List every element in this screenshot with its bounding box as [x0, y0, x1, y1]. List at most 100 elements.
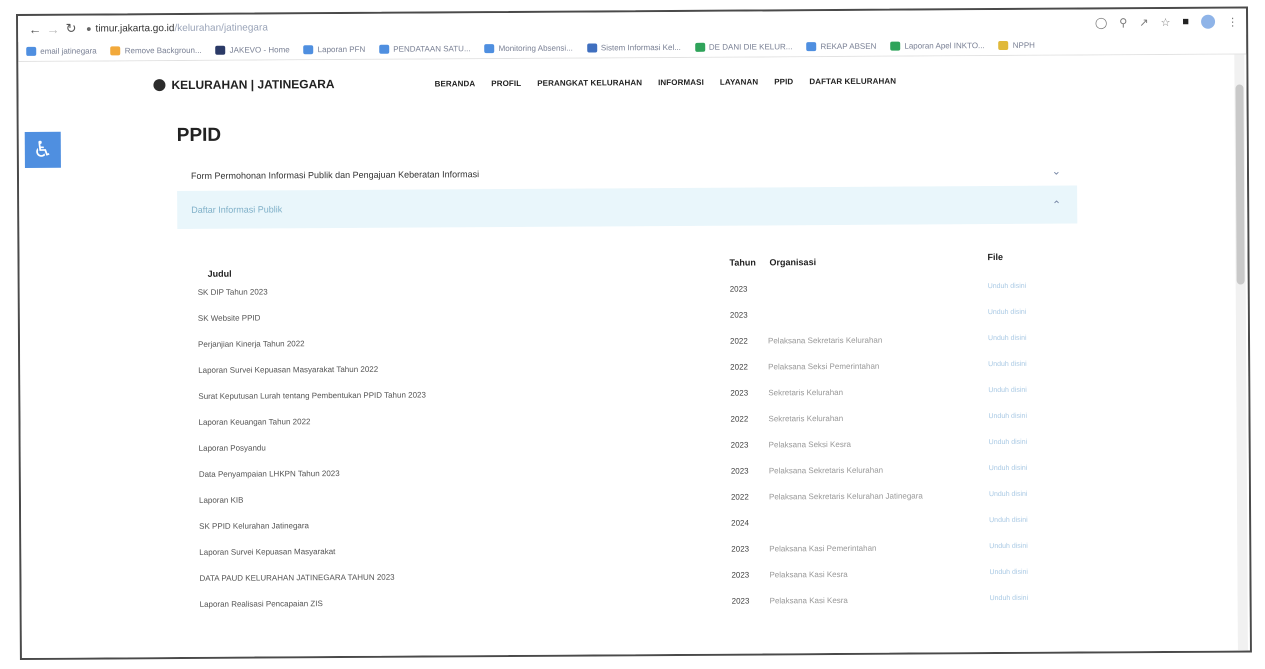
header-file: File: [987, 251, 1004, 263]
download-link[interactable]: Unduh disini: [988, 309, 1027, 316]
cell-organisasi: Pelaksana Seksi Kesra: [768, 439, 851, 450]
scrollbar-thumb[interactable]: [1235, 84, 1245, 285]
menu-item-perangkat-kelurahan[interactable]: PERANGKAT KELURAHAN: [537, 78, 642, 88]
cell-organisasi: Sekretaris Kelurahan: [768, 413, 844, 424]
bookmark-label: JAKEVO - Home: [229, 45, 290, 55]
bookmark-item[interactable]: REKAP ABSEN: [806, 41, 877, 52]
download-link[interactable]: Unduh disini: [989, 569, 1028, 576]
chevron-up-icon: ⌃: [1051, 199, 1062, 212]
cell-judul: SK PPID Kelurahan Jatinegara: [199, 521, 310, 531]
download-link[interactable]: Unduh disini: [989, 491, 1028, 498]
download-link[interactable]: Unduh disini: [988, 361, 1027, 368]
bookmark-label: Laporan Apel INKTO...: [904, 41, 985, 51]
cell-organisasi: Pelaksana Sekretaris Kelurahan: [768, 465, 884, 476]
accordion-daftar-informasi[interactable]: Daftar Informasi Publik ⌃: [177, 185, 1078, 230]
menu-item-daftar-kelurahan[interactable]: DAFTAR KELURAHAN: [809, 76, 896, 86]
table-row: Laporan Keuangan Tahun 2022 2022 Sekretari…: [198, 408, 1078, 437]
bookmark-favicon-icon: [215, 45, 226, 55]
chevron-down-icon: ⌄: [1051, 165, 1062, 178]
menu-item-layanan[interactable]: LAYANAN: [720, 77, 758, 86]
bookmark-item[interactable]: JAKEVO - Home: [215, 45, 290, 55]
download-link[interactable]: Unduh disini: [988, 413, 1027, 420]
bookmark-item[interactable]: Sistem Informasi Kel...: [586, 42, 681, 53]
cell-tahun: 2023: [730, 440, 749, 450]
bookmark-label: Monitoring Absensi...: [498, 43, 573, 54]
cell-tahun: 2022: [730, 492, 749, 502]
menu-item-profil[interactable]: PROFIL: [491, 78, 521, 87]
cell-organisasi: Pelaksana Sekretaris Kelurahan Jatinegar…: [768, 491, 923, 502]
bookmark-item[interactable]: NPPH: [998, 40, 1035, 50]
download-link[interactable]: Unduh disini: [989, 543, 1028, 550]
sidepanel-icon[interactable]: ■: [1182, 16, 1189, 28]
bookmark-label: Sistem Informasi Kel...: [600, 42, 681, 53]
cell-judul: Perjanjian Kinerja Tahun 2022: [197, 339, 305, 349]
bookmark-item[interactable]: Laporan PFN: [303, 44, 366, 55]
cell-judul: Laporan Posyandu: [198, 443, 266, 453]
scrollbar[interactable]: [1234, 54, 1248, 653]
logo-icon: [153, 79, 166, 92]
download-link[interactable]: Unduh disini: [989, 465, 1028, 472]
cell-tahun: 2023: [731, 570, 750, 580]
menu-item-informasi[interactable]: INFORMASI: [658, 77, 704, 86]
bookmark-favicon-icon: [26, 46, 37, 56]
web-page: ♿ KELURAHAN | JATINEGARA BERANDA PROFIL PE…: [18, 54, 1250, 660]
download-link[interactable]: Unduh disini: [988, 387, 1027, 394]
bookmark-label: email jatinegara: [40, 46, 97, 56]
zoom-icon[interactable]: ⚲: [1119, 16, 1127, 29]
table-row: DATA PAUD KELURAHAN JATINEGARA TAHUN 202…: [199, 564, 1079, 593]
page-title: PPID: [176, 124, 222, 147]
cell-tahun: 2022: [730, 414, 749, 424]
url-field[interactable]: timur.jakarta.go.id/kelurahan/jatinegara: [95, 22, 267, 34]
table-row: Laporan Survei Kepuasan Masyarakat Tahun…: [198, 356, 1078, 385]
menu-item-beranda[interactable]: BERANDA: [435, 79, 476, 88]
bookmark-item[interactable]: Laporan Apel INKTO...: [890, 41, 985, 51]
header-judul: Judul: [207, 268, 232, 279]
bookmark-label: DE DANI DIE KELUR...: [708, 42, 793, 52]
bookmark-item[interactable]: Monitoring Absensi...: [484, 43, 573, 54]
bookmark-favicon-icon: [484, 44, 495, 54]
table-row: SK DIP Tahun 2023 2023 Unduh disini: [198, 278, 1078, 307]
forward-arrow-icon[interactable]: →: [44, 21, 62, 36]
bookmark-item[interactable]: PENDATAAN SATU...: [379, 44, 471, 54]
star-icon[interactable]: ☆: [1160, 15, 1171, 28]
main-menu: BERANDA PROFIL PERANGKAT KELURAHAN INFORMAS…: [435, 76, 897, 88]
cell-organisasi: Pelaksana Sekretaris Kelurahan: [767, 335, 883, 346]
cell-judul: Surat Keputusan Lurah tentang Pembentuka…: [198, 390, 426, 401]
bookmark-item[interactable]: Remove Backgroun...: [110, 46, 202, 56]
download-link[interactable]: Unduh disini: [990, 595, 1029, 602]
cell-organisasi: Pelaksana Kasi Kesra: [769, 569, 848, 580]
back-arrow-icon[interactable]: ←: [26, 21, 44, 36]
bookmark-item[interactable]: email jatinegara: [26, 47, 97, 56]
bookmark-label: NPPH: [1012, 40, 1035, 50]
download-link[interactable]: Unduh disini: [989, 517, 1028, 524]
bookmark-favicon-icon: [694, 42, 705, 52]
menu-item-ppid[interactable]: PPID: [774, 77, 793, 86]
download-link[interactable]: Unduh disini: [988, 335, 1027, 342]
reload-icon[interactable]: ↻: [62, 21, 80, 37]
cell-organisasi: Pelaksana Kasi Pemerintahan: [769, 543, 877, 554]
cell-judul: Laporan Survei Kepuasan Masyarakat: [199, 547, 336, 557]
cell-organisasi: Pelaksana Kasi Kesra: [769, 595, 848, 606]
accessibility-icon[interactable]: ♿: [24, 131, 61, 168]
bookmark-label: Laporan PFN: [317, 44, 366, 55]
cell-tahun: 2023: [731, 596, 750, 606]
cast-icon[interactable]: ◯: [1095, 16, 1107, 29]
cell-tahun: 2023: [729, 310, 748, 320]
profile-avatar-icon[interactable]: [1201, 14, 1216, 29]
cell-judul: DATA PAUD KELURAHAN JATINEGARA TAHUN 202…: [199, 572, 395, 583]
bookmark-label: REKAP ABSEN: [820, 41, 877, 52]
site-brand[interactable]: KELURAHAN | JATINEGARA: [153, 77, 335, 92]
cell-tahun: 2023: [730, 466, 749, 476]
cell-tahun: 2023: [729, 284, 748, 294]
cell-tahun: 2023: [731, 544, 750, 554]
download-link[interactable]: Unduh disini: [989, 439, 1028, 446]
share-icon[interactable]: ↗: [1139, 16, 1148, 29]
bookmark-favicon-icon: [998, 40, 1009, 50]
bookmark-item[interactable]: DE DANI DIE KELUR...: [694, 42, 793, 52]
download-link[interactable]: Unduh disini: [988, 283, 1027, 290]
cell-judul: Laporan Survei Kepuasan Masyarakat Tahun…: [198, 364, 379, 375]
table-row: Laporan KIB 2022 Pelaksana Sekretaris Kelu…: [199, 486, 1079, 515]
header-tahun: Tahun: [729, 257, 756, 268]
menu-kebab-icon[interactable]: ⋮: [1227, 15, 1238, 28]
browser-window: ← → ↻ ● timur.jakarta.go.id/kelurahan/ja…: [16, 6, 1252, 660]
